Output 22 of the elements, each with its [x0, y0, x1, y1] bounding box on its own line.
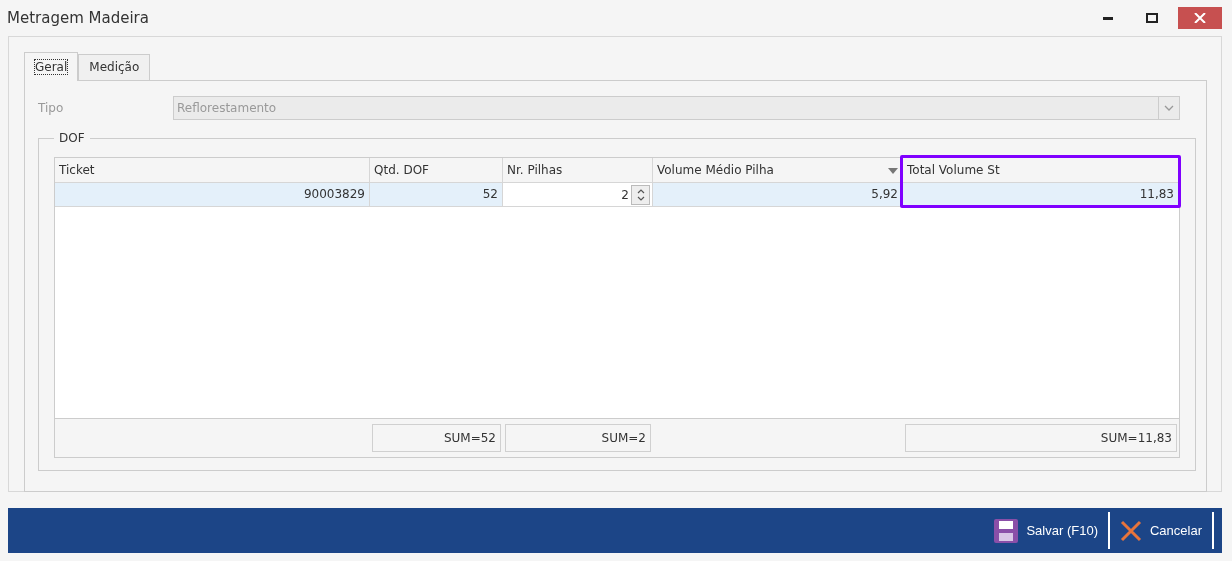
close-icon: [1194, 13, 1206, 23]
field-label: Tipo: [38, 101, 65, 115]
maximize-icon: [1146, 13, 1158, 23]
summary-cell: SUM=52: [372, 424, 501, 452]
tab[interactable]: Geral: [24, 52, 79, 81]
minimize-icon: [1103, 16, 1113, 20]
table-cell: 52: [370, 183, 503, 207]
table-cell: 90003829: [55, 183, 370, 207]
action-button[interactable]: Cancelar: [1109, 512, 1214, 549]
chevron-down-icon: [1164, 105, 1174, 111]
window-title: Metragem Madeira: [7, 9, 150, 27]
number-spinner[interactable]: 2: [503, 183, 653, 207]
close-button[interactable]: [1178, 7, 1222, 29]
close-x-icon: [1119, 519, 1142, 542]
tab[interactable]: Medição: [78, 54, 151, 80]
action-button[interactable]: Salvar (F10): [984, 512, 1110, 549]
summary-cell: SUM=11,83: [905, 424, 1177, 452]
table-cell: 11,83: [903, 183, 1179, 207]
table-cell: 5,92: [653, 183, 903, 207]
summary-cell: SUM=2: [505, 424, 651, 452]
group-title: DOF: [58, 131, 86, 145]
up-down-arrows-icon: [636, 188, 645, 201]
